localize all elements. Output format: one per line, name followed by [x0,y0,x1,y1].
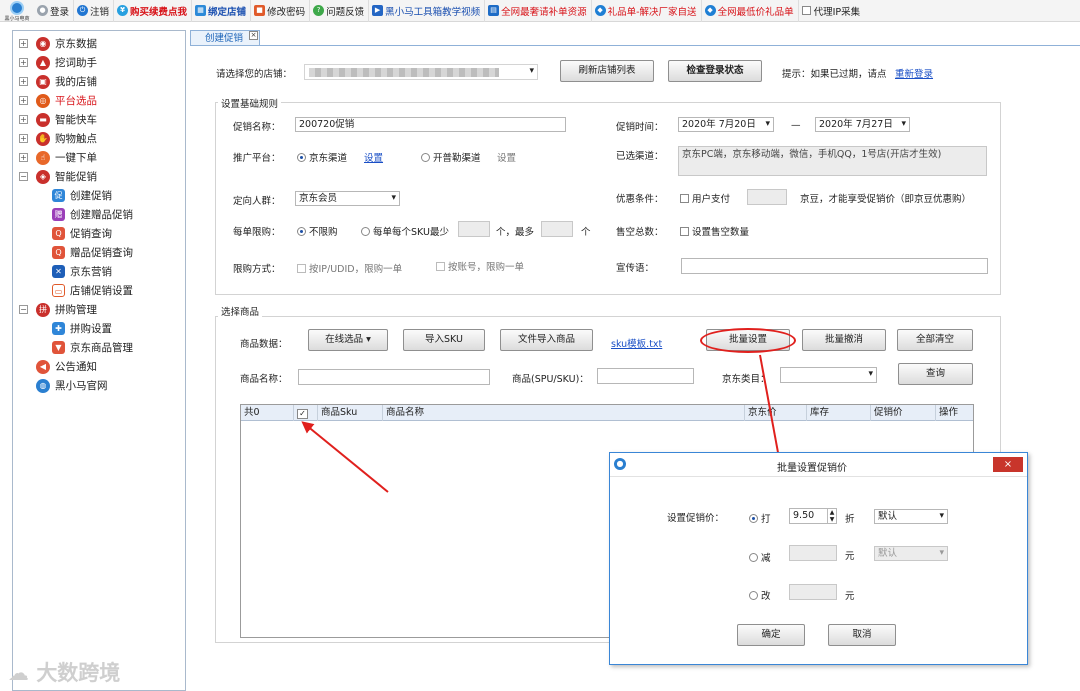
change-unit: 元 [845,591,855,602]
change-option-label: 改 [761,591,771,602]
minus-mode-select[interactable]: 默认 [874,546,948,561]
radio-on-icon [749,514,758,523]
radio-off-icon [749,591,758,600]
confirm-button[interactable]: 确定 [737,624,805,646]
dialog-title: 批量设置促销价 [777,463,847,474]
spin-icon[interactable]: ▲ ▼ [827,509,836,523]
change-radio[interactable]: 改 [749,588,771,602]
discount-option-label: 打 [761,514,771,525]
close-icon[interactable]: × [993,457,1023,472]
discount-value: 9.50 [793,510,815,521]
change-value-input[interactable] [789,584,837,600]
discount-mode-select[interactable]: 默认 [874,509,948,524]
arrow-to-checkbox [301,421,389,493]
discount-value-input[interactable]: 9.50 ▲ ▼ [789,508,837,524]
discount-unit: 折 [845,514,855,525]
radio-off-icon [749,553,758,562]
discount-radio[interactable]: 打 [749,511,771,525]
watermark: ☁ 大数跨境 [8,657,120,687]
watermark-text: 大数跨境 [36,661,121,685]
minus-unit: 元 [845,551,855,562]
watermark-logo-icon: ☁ [8,661,37,685]
minus-option-label: 减 [761,553,771,564]
minus-value-input[interactable] [789,545,837,561]
app-icon: ● [614,458,626,470]
cancel-button[interactable]: 取消 [828,624,896,646]
minus-radio[interactable]: 减 [749,550,771,564]
price-setting-label: 设置促销价： [667,513,725,524]
dialog-title-bar: ● 批量设置促销价 × [610,453,1027,477]
batch-price-dialog: ● 批量设置促销价 × 设置促销价： 打 9.50▲▼ 折 默认 减 元 默认 … [609,452,1028,665]
